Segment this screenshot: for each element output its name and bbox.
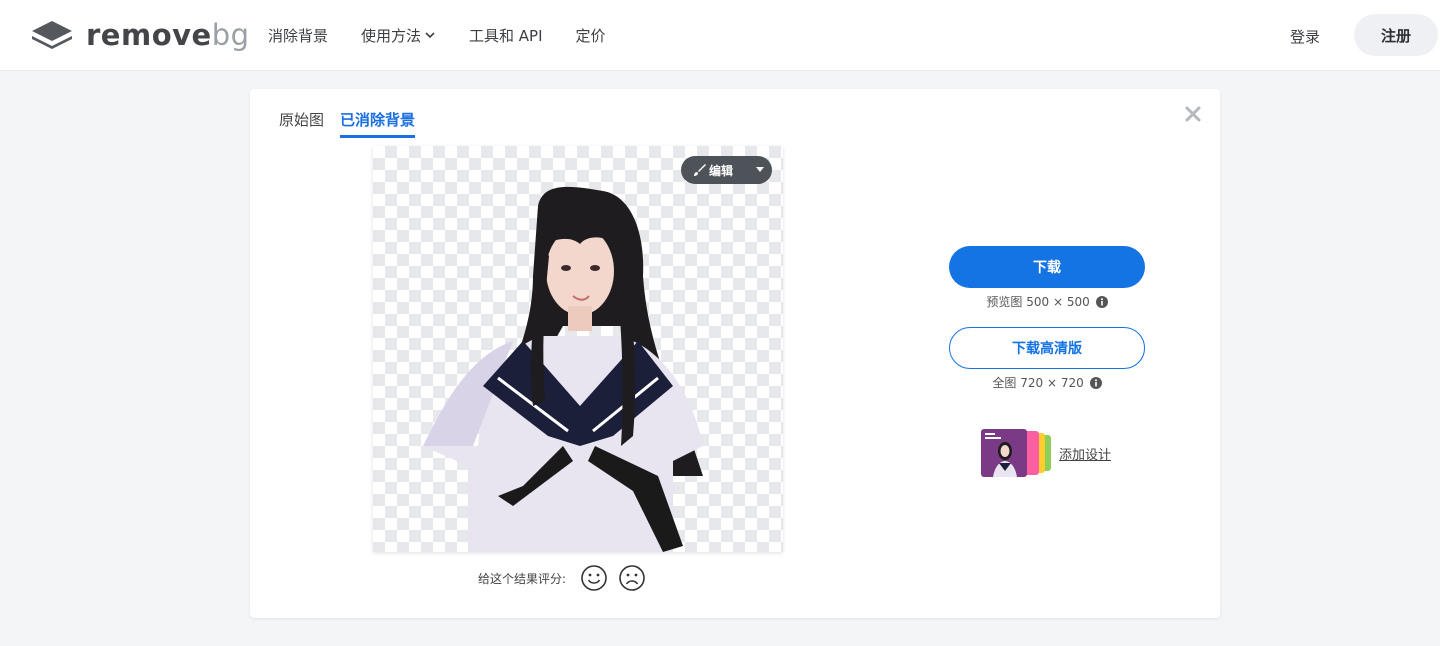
nav-tools-api[interactable]: 工具和 API xyxy=(469,25,543,46)
top-header: removebg 消除背景 使用方法 工具和 API 定价 登录 注册 xyxy=(0,0,1440,71)
cutout-image xyxy=(423,186,703,552)
rating-bar: 给这个结果评分: xyxy=(478,564,656,592)
brush-icon xyxy=(694,164,706,176)
add-design-link[interactable]: 添加设计 xyxy=(981,429,1111,477)
download-hd-button[interactable]: 下载高清版 xyxy=(949,327,1145,369)
smile-icon[interactable] xyxy=(580,564,608,592)
add-design-label[interactable]: 添加设计 xyxy=(1059,444,1111,463)
tab-original[interactable]: 原始图 xyxy=(279,109,324,138)
edit-button[interactable]: 编辑 xyxy=(681,156,772,184)
info-icon[interactable] xyxy=(1089,377,1102,389)
logo[interactable]: removebg xyxy=(30,18,250,52)
close-icon[interactable] xyxy=(1184,105,1202,123)
rating-prompt: 给这个结果评分: xyxy=(478,571,567,586)
result-card: 原始图 已消除背景 编辑 给这个结果评分: 下载 预览图 500 × 500 下… xyxy=(250,89,1220,618)
design-thumbnail xyxy=(981,429,1051,477)
tab-removed-bg[interactable]: 已消除背景 xyxy=(340,109,416,138)
signup-button[interactable]: 注册 xyxy=(1354,14,1438,56)
edit-button-label: 编辑 xyxy=(709,163,734,178)
info-icon[interactable] xyxy=(1095,296,1108,308)
download-button[interactable]: 下载 xyxy=(949,246,1145,288)
logo-text: removebg xyxy=(86,18,250,52)
main-nav: 消除背景 使用方法 工具和 API 定价 xyxy=(268,0,639,70)
preview-size-info: 预览图 500 × 500 xyxy=(949,293,1145,310)
result-tabs: 原始图 已消除背景 xyxy=(279,109,431,138)
nav-how-to[interactable]: 使用方法 xyxy=(361,25,436,46)
login-link[interactable]: 登录 xyxy=(1290,26,1320,47)
full-size-info: 全图 720 × 720 xyxy=(949,374,1145,391)
nav-remove-bg[interactable]: 消除背景 xyxy=(268,25,328,46)
result-preview[interactable]: 编辑 xyxy=(373,146,783,552)
nav-pricing[interactable]: 定价 xyxy=(576,25,606,46)
frown-icon[interactable] xyxy=(618,564,646,592)
caret-down-icon[interactable] xyxy=(756,167,764,173)
chevron-down-icon xyxy=(425,32,435,39)
logo-layers-icon xyxy=(32,21,72,49)
